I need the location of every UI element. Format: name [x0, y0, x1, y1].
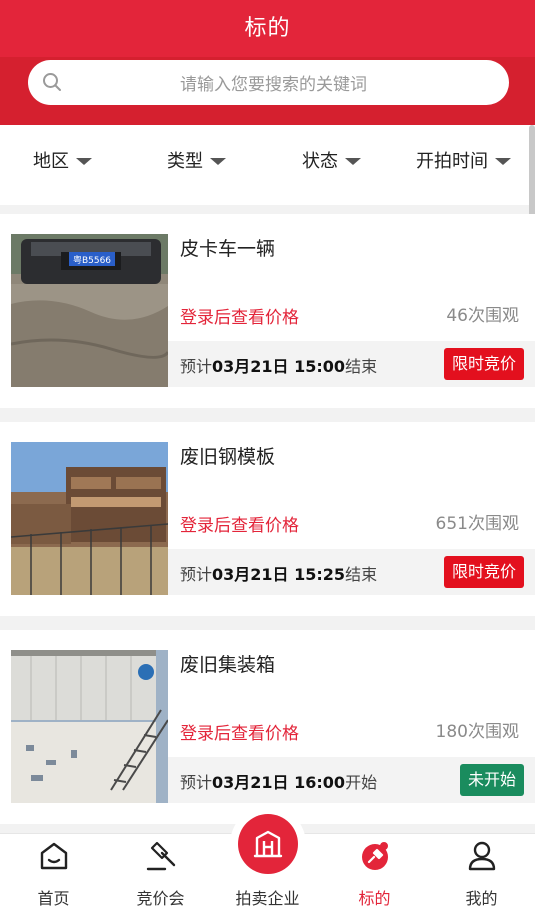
filter-label: 类型 [167, 151, 203, 172]
tab-auction[interactable]: 竞价会 [107, 834, 214, 910]
chevron-down-icon [345, 158, 361, 165]
filter-bar: 地区 类型 状态 开拍时间 [0, 125, 535, 205]
item-title[interactable]: 废旧钢模板 [180, 442, 275, 469]
building-icon [253, 830, 283, 858]
user-icon [468, 841, 496, 871]
tab-label: 拍卖企业 [235, 889, 300, 908]
filter-label: 地区 [33, 151, 69, 172]
view-count: 180次围观 [435, 722, 519, 742]
tab-label: 竞价会 [136, 889, 185, 908]
filter-status[interactable]: 状态 [302, 147, 361, 173]
auction-time-bar: 预计03月21日 15:00结束 限时竞价 [168, 341, 535, 387]
item-title[interactable]: 废旧集装箱 [180, 650, 275, 677]
tab-lots[interactable]: 标的 [321, 834, 428, 910]
status-badge: 限时竞价 [443, 348, 524, 380]
view-count: 651次围观 [435, 514, 519, 534]
license-plate: 粤B5566 [73, 254, 111, 266]
filter-start-time[interactable]: 开拍时间 [416, 147, 511, 173]
tab-label: 标的 [358, 889, 391, 908]
search-input[interactable]: 请输入您要搜索的关键词 [28, 70, 509, 95]
tab-home[interactable]: 首页 [0, 834, 107, 910]
list-item[interactable]: 粤B5566 皮卡车一辆 登录后查看价格 46次围观 预计03月21日 15:0… [0, 214, 535, 408]
tab-label: 首页 [37, 889, 70, 908]
filter-label: 开拍时间 [416, 151, 488, 172]
chevron-down-icon [495, 158, 511, 165]
item-image-container[interactable] [11, 650, 168, 803]
tab-label: 我的 [465, 889, 498, 908]
item-image-steel-formwork[interactable] [11, 442, 168, 595]
item-image-pickup-truck[interactable]: 粤B5566 [11, 234, 168, 387]
status-badge: 未开始 [459, 764, 524, 796]
filter-label: 状态 [302, 151, 338, 172]
login-to-view-price[interactable]: 登录后查看价格 [180, 303, 299, 328]
search-bar[interactable]: 请输入您要搜索的关键词 [28, 60, 509, 105]
auction-time: 预计03月21日 15:25结束 [180, 565, 378, 584]
header: 标的 请输入您要搜索的关键词 [0, 0, 535, 125]
auction-time: 预计03月21日 15:00结束 [180, 357, 378, 376]
login-to-view-price[interactable]: 登录后查看价格 [180, 719, 299, 744]
home-icon [40, 842, 68, 870]
page-title: 标的 [244, 16, 291, 41]
list-item[interactable]: 废旧钢模板 登录后查看价格 651次围观 预计03月21日 15:25结束 限时… [0, 422, 535, 616]
filter-region[interactable]: 地区 [33, 147, 92, 173]
gavel-icon [146, 841, 176, 871]
login-to-view-price[interactable]: 登录后查看价格 [180, 511, 299, 536]
auction-time-bar: 预计03月21日 15:25结束 限时竞价 [168, 549, 535, 595]
list-item[interactable]: 废旧集装箱 登录后查看价格 180次围观 预计03月21日 16:00开始 未开… [0, 630, 535, 824]
lot-icon [362, 842, 388, 870]
tab-me[interactable]: 我的 [428, 834, 535, 910]
chevron-down-icon [76, 158, 92, 165]
chevron-down-icon [210, 158, 226, 165]
search-icon [43, 73, 61, 91]
filter-type[interactable]: 类型 [167, 147, 226, 173]
companies-center-button[interactable] [238, 814, 298, 874]
auction-time-bar: 预计03月21日 16:00开始 未开始 [168, 757, 535, 803]
item-title[interactable]: 皮卡车一辆 [180, 234, 275, 261]
auction-time: 预计03月21日 16:00开始 [180, 773, 378, 792]
status-badge: 限时竞价 [443, 556, 524, 588]
view-count: 46次围观 [446, 306, 519, 326]
